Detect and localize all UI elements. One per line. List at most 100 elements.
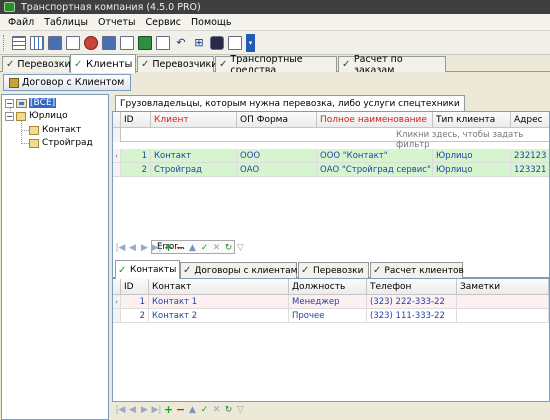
col-full-name[interactable]: Полное наименование: [317, 112, 433, 128]
menu-tables[interactable]: Таблицы: [39, 17, 93, 28]
toolbar: ↶ ⊞ ▾: [0, 31, 550, 55]
col-form[interactable]: ОП Форма: [237, 112, 317, 128]
header-indicator: [113, 112, 121, 128]
menu-reports[interactable]: Отчеты: [93, 17, 141, 28]
delete-record-icon[interactable]: −: [175, 242, 186, 254]
refresh-icon[interactable]: ↶: [174, 36, 188, 50]
tab-carriers[interactable]: ✓ Перевозчики: [137, 56, 217, 72]
edit-record-icon[interactable]: ▲: [187, 404, 198, 416]
settings-icon[interactable]: [228, 35, 242, 50]
cell-full-name: ООО "Контакт": [317, 149, 433, 163]
tab-transports[interactable]: ✓ Перевозки: [2, 56, 71, 72]
menu-service[interactable]: Сервис: [140, 17, 186, 28]
next-record-icon[interactable]: ▶: [139, 242, 150, 254]
contacts-navigator: |◀ ◀ ▶ ▶| + − ▲ ✓ ✕ ↻ ▽: [112, 402, 247, 418]
delete-record-icon[interactable]: −: [175, 404, 186, 416]
collapse-icon[interactable]: −: [5, 98, 14, 108]
refresh-records-icon[interactable]: ↻: [223, 404, 234, 416]
contacts-grid[interactable]: ID Контакт Должность Телефон Заметки › 1…: [112, 278, 550, 402]
pie-chart-icon[interactable]: [84, 35, 98, 50]
toolbar-grip[interactable]: [3, 34, 6, 51]
check-icon: ✓: [74, 58, 83, 70]
tab-detail-transports[interactable]: ✓ Перевозки: [298, 262, 369, 278]
table-row[interactable]: › 1 Контакт ООО ООО "Контакт" Юрлицо 232…: [113, 149, 549, 163]
col-phone[interactable]: Телефон: [367, 279, 457, 295]
tree-node-legal-entity[interactable]: − Юрлицо: [5, 110, 69, 122]
cell-position: Менеджер: [289, 295, 367, 309]
tab-contacts[interactable]: ✓ Контакты: [115, 260, 180, 279]
table-row[interactable]: 2 Стройград ОАО ОАО "Стройград сервис" Ю…: [113, 163, 549, 177]
clients-panel: Грузовладельцы, которым нужна перевозка,…: [112, 94, 550, 420]
filter-row[interactable]: Кликни здесь, чтобы задать фильтр: [113, 128, 549, 150]
add-record-icon[interactable]: +: [163, 242, 174, 254]
client-contract-button[interactable]: Договор с Клиентом: [3, 74, 132, 91]
menu-bar: Файл Таблицы Отчеты Сервис Помощь: [0, 14, 550, 31]
users-icon[interactable]: [102, 35, 116, 50]
report-icon[interactable]: [66, 35, 80, 50]
tab-shippers[interactable]: Грузовладельцы, которым нужна перевозка,…: [115, 95, 465, 111]
cell-id: 1: [121, 295, 149, 309]
excel-icon[interactable]: [138, 35, 152, 50]
cell-contact: Контакт 2: [149, 309, 289, 323]
last-record-icon[interactable]: ▶|: [151, 242, 162, 254]
toolbar-dropdown-icon[interactable]: ▾: [246, 33, 255, 52]
col-contact[interactable]: Контакт: [149, 279, 289, 295]
menu-file[interactable]: Файл: [3, 17, 39, 28]
first-record-icon[interactable]: |◀: [115, 242, 126, 254]
check-icon: ✓: [118, 264, 127, 276]
cancel-record-icon[interactable]: ✕: [211, 404, 222, 416]
table-row[interactable]: › 1 Контакт 1 Менеджер (323) 222-333-22: [113, 295, 549, 309]
col-id[interactable]: ID: [121, 279, 149, 295]
edit-record-icon[interactable]: ▲: [187, 242, 198, 254]
tree-node-contact[interactable]: Контакт: [29, 124, 82, 136]
col-position[interactable]: Должность: [289, 279, 367, 295]
tree-node-all[interactable]: − [ВСЕ]: [5, 97, 57, 109]
add-record-icon[interactable]: +: [163, 404, 174, 416]
cell-form: ООО: [237, 149, 317, 163]
refresh-records-icon[interactable]: ↻: [223, 242, 234, 254]
folder-icon: [29, 138, 39, 148]
binoculars-icon[interactable]: [210, 35, 224, 50]
col-id[interactable]: ID: [121, 112, 151, 128]
tab-clients[interactable]: ✓ Клиенты: [70, 54, 136, 73]
post-record-icon[interactable]: ✓: [199, 242, 210, 254]
clients-grid-header: ID Клиент ОП Форма Полное наименование Т…: [113, 112, 549, 128]
client-tree[interactable]: − [ВСЕ] − Юрлицо Контакт Стройград: [1, 94, 109, 420]
cell-id: 2: [121, 163, 151, 177]
collapse-icon[interactable]: −: [5, 111, 14, 121]
print-icon[interactable]: [120, 35, 134, 50]
table-icon[interactable]: [30, 35, 44, 50]
calendar-icon[interactable]: [48, 35, 62, 50]
col-client[interactable]: Клиент: [151, 112, 237, 128]
col-address[interactable]: Адрес: [511, 112, 549, 128]
filter-icon[interactable]: ▽: [235, 242, 246, 254]
tab-client-contracts[interactable]: ✓ Договоры с клиентами: [180, 262, 303, 278]
window-title: Транспортная компания (4.5.0 PRO): [21, 1, 201, 13]
filter-icon[interactable]: ▽: [235, 404, 246, 416]
first-record-icon[interactable]: |◀: [115, 404, 126, 416]
folder-icon: [16, 111, 26, 121]
post-record-icon[interactable]: ✓: [199, 404, 210, 416]
row-indicator-icon: ›: [113, 149, 121, 163]
tree-node-stroygrad[interactable]: Стройград: [29, 137, 94, 149]
cell-full-name: ОАО "Стройград сервис": [317, 163, 433, 177]
tree-icon[interactable]: ⊞: [192, 36, 206, 50]
tab-vehicles[interactable]: ✓ Транспортные средства: [215, 54, 337, 76]
prev-record-icon[interactable]: ◀: [127, 242, 138, 254]
col-client-type[interactable]: Тип клиента: [433, 112, 511, 128]
detail-tabs: ✓ Контакты ✓ Договоры с клиентами ✓ Перевоз…: [112, 260, 550, 279]
prev-record-icon[interactable]: ◀: [127, 404, 138, 416]
col-notes[interactable]: Заметки: [457, 279, 549, 295]
menu-help[interactable]: Помощь: [186, 17, 236, 28]
check-icon: ✓: [219, 59, 228, 70]
cancel-record-icon[interactable]: ✕: [211, 242, 222, 254]
next-record-icon[interactable]: ▶: [139, 404, 150, 416]
document-icon[interactable]: [156, 35, 170, 50]
tab-client-calc[interactable]: ✓ Расчет клиентов: [370, 262, 464, 278]
filter-indicator: [113, 128, 121, 142]
table-row[interactable]: 2 Контакт 2 Прочее (323) 111-333-22: [113, 309, 549, 323]
grid-icon[interactable]: [12, 35, 26, 50]
tree-line: [21, 119, 22, 144]
tab-order-calc[interactable]: ✓ Расчет по заказам: [338, 54, 446, 76]
last-record-icon[interactable]: ▶|: [151, 404, 162, 416]
